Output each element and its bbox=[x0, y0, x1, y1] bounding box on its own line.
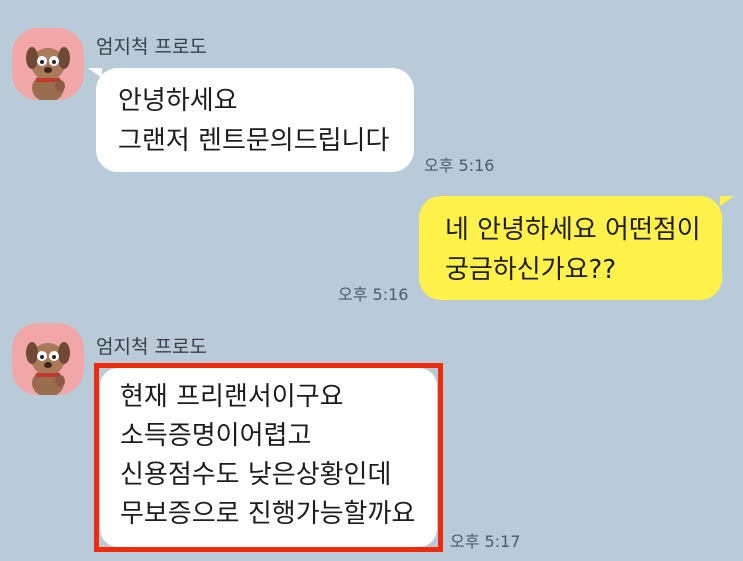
message-bubble-incoming[interactable]: 안녕하세요 그랜저 렌트문의드립니다 bbox=[96, 68, 414, 172]
message-line: 현재 프리랜서이구요 bbox=[120, 382, 344, 412]
chat-area: 엄지척 프로도 안녕하세요 그랜저 렌트문의드립니다 오후 5:16 네 안녕하… bbox=[0, 0, 743, 561]
message-timestamp: 오후 5:16 bbox=[338, 285, 409, 304]
bubble-tail bbox=[720, 196, 734, 206]
frodo-dog-avatar-icon[interactable] bbox=[12, 28, 84, 100]
message-line: 궁금하신가요?? bbox=[445, 255, 617, 285]
frodo-dog-avatar-icon[interactable] bbox=[12, 323, 84, 395]
message-line: 무보증으로 진행가능할까요 bbox=[120, 499, 416, 529]
message-bubble-outgoing[interactable]: 네 안녕하세요 어떤점이 궁금하신가요?? bbox=[419, 196, 722, 300]
message-line: 신용점수도 낮은상황인데 bbox=[120, 460, 392, 490]
message-line: 그랜저 렌트문의드립니다 bbox=[118, 126, 390, 156]
message-line: 네 안녕하세요 어떤점이 bbox=[445, 215, 701, 245]
message-timestamp: 오후 5:17 bbox=[450, 532, 521, 551]
sender-name: 엄지척 프로도 bbox=[96, 36, 207, 58]
message-line: 안녕하세요 bbox=[118, 86, 238, 116]
message-timestamp: 오후 5:16 bbox=[424, 156, 495, 175]
message-bubble-incoming[interactable]: 현재 프리랜서이구요 소득증명이어렵고 신용점수도 낮은상황인데 무보증으로 진… bbox=[100, 368, 437, 547]
sender-name: 엄지척 프로도 bbox=[96, 336, 207, 358]
message-line: 소득증명이어렵고 bbox=[120, 421, 312, 451]
